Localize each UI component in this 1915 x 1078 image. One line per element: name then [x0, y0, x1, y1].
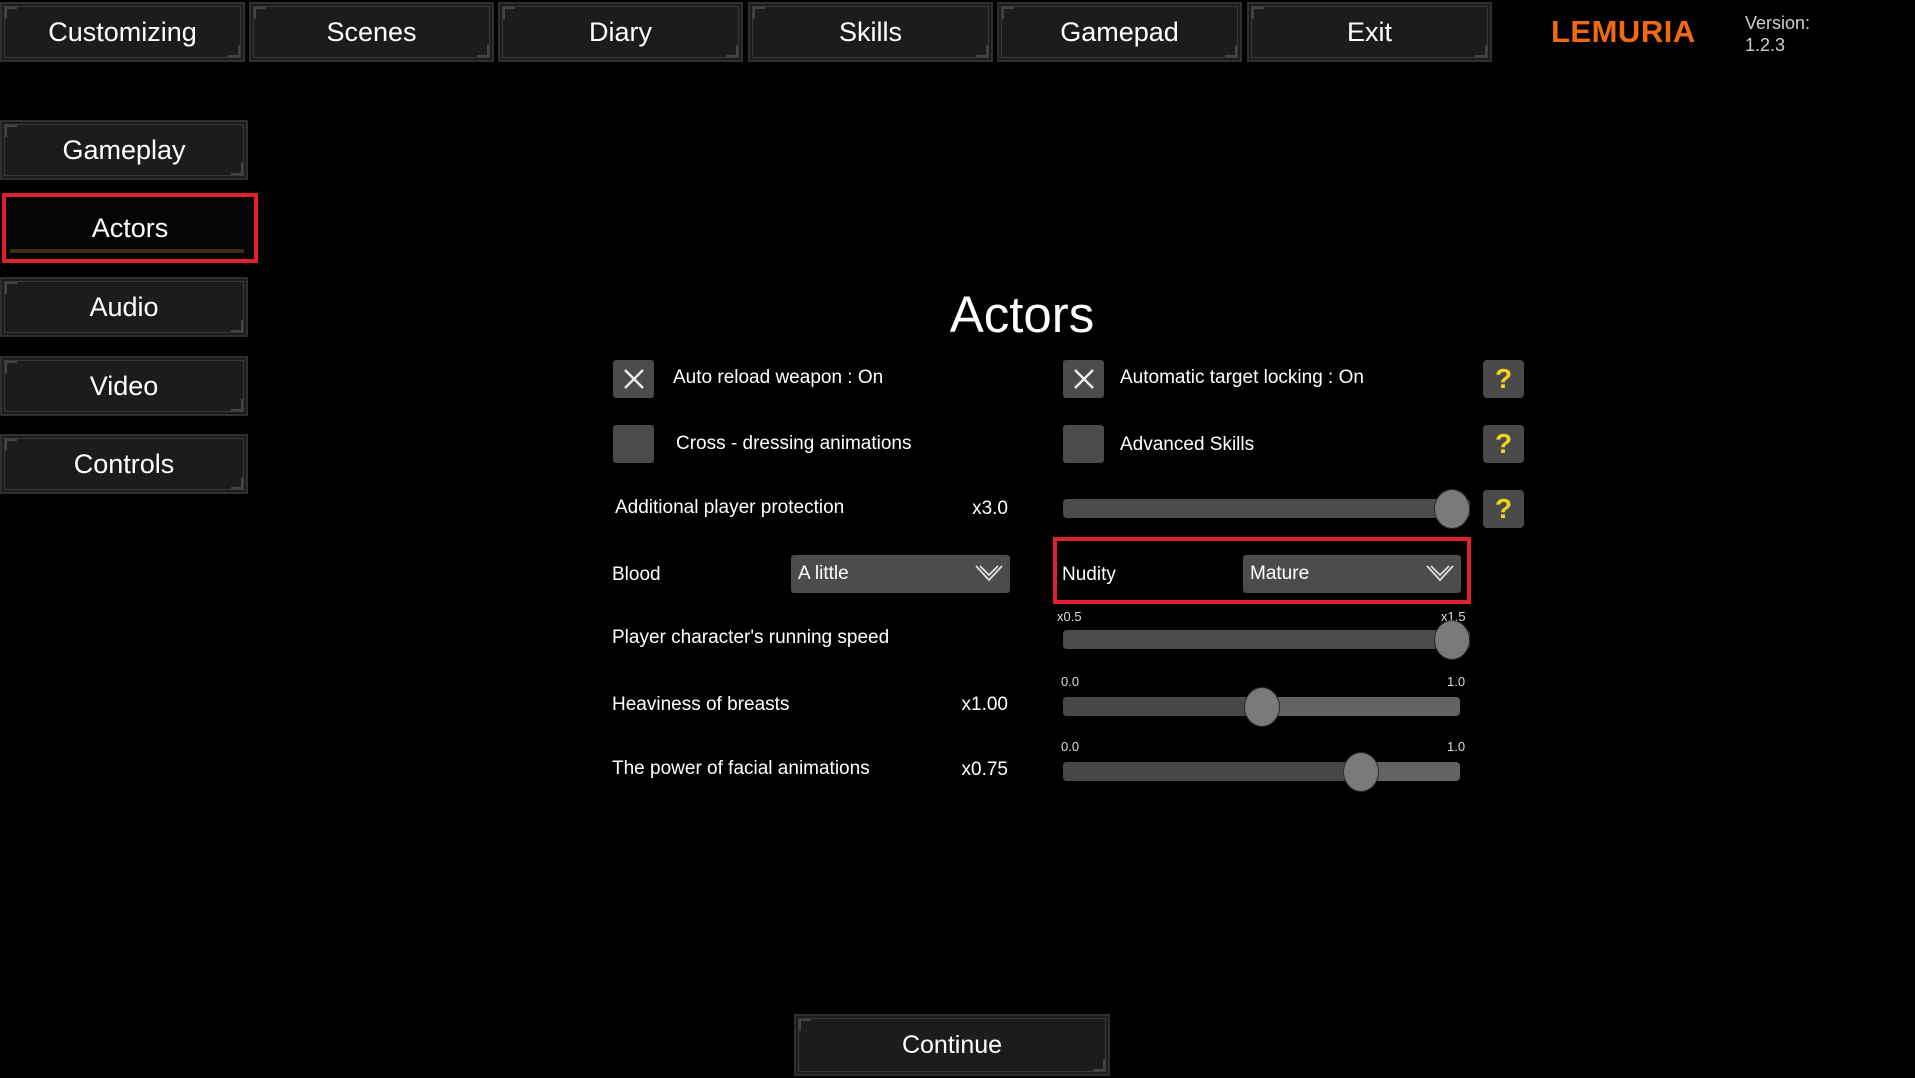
breasts-label: Heaviness of breasts [612, 694, 790, 715]
slider-handle[interactable] [1343, 752, 1378, 791]
page-title: Actors [949, 286, 1095, 343]
breasts-slider[interactable] [1063, 687, 1460, 726]
version-info: Version: 1.2.3 [1745, 12, 1810, 56]
tab-label: Customizing [48, 16, 197, 47]
version-label: Version: [1745, 13, 1811, 33]
breasts-value: x1.00 [961, 694, 1008, 715]
tab-label: Gamepad [1060, 16, 1179, 47]
slider-fill [1063, 762, 1361, 781]
question-icon: ? [1494, 363, 1513, 394]
check-x-icon [623, 369, 644, 389]
sidebar-item-label: Gameplay [62, 134, 186, 165]
nudity-selected-value: Mature [1250, 563, 1310, 584]
slider-handle[interactable] [1244, 687, 1279, 726]
check-x-icon [1073, 369, 1094, 389]
nudity-label: Nudity [1062, 564, 1116, 585]
running-speed-slider[interactable] [1063, 620, 1470, 659]
sidebar-item-video[interactable]: Video [0, 356, 248, 416]
tab-scenes[interactable]: Scenes [249, 2, 494, 62]
cross-dressing-label: Cross - dressing animations [676, 433, 912, 454]
help-player-protection-button[interactable]: ? [1483, 490, 1524, 528]
facial-max-label: 1.0 [1447, 739, 1466, 754]
slider-handle[interactable] [1435, 489, 1469, 528]
help-target-locking-button[interactable]: ? [1483, 360, 1524, 398]
question-icon: ? [1494, 428, 1513, 459]
slider-fill [1063, 697, 1262, 716]
tab-skills[interactable]: Skills [748, 2, 993, 62]
sidebar-item-label: Controls [73, 448, 175, 479]
facial-label: The power of facial animations [612, 758, 870, 779]
running-speed-min-label: x0.5 [1057, 609, 1082, 624]
player-protection-label: Additional player protection [615, 497, 845, 518]
sidebar-item-label: Video [89, 370, 159, 401]
facial-value: x0.75 [961, 759, 1008, 780]
nudity-dropdown[interactable]: Mature [1243, 555, 1461, 593]
continue-button[interactable]: Continue [794, 1014, 1110, 1076]
auto-reload-label: Auto reload weapon : On [673, 367, 884, 388]
advanced-skills-checkbox[interactable] [1063, 425, 1104, 463]
auto-reload-checkbox[interactable] [613, 360, 654, 398]
tab-gamepad[interactable]: Gamepad [997, 2, 1242, 62]
sidebar-item-controls[interactable]: Controls [0, 434, 248, 494]
tab-label: Skills [838, 16, 902, 47]
slider-handle[interactable] [1435, 620, 1469, 659]
facial-slider[interactable] [1063, 752, 1460, 791]
help-advanced-skills-button[interactable]: ? [1483, 425, 1524, 463]
tab-diary[interactable]: Diary [498, 2, 743, 62]
blood-label: Blood [612, 564, 661, 585]
brand-logo: LEMURIA [1551, 14, 1696, 49]
double-chevron-down-icon [1426, 565, 1454, 582]
active-indicator [10, 249, 244, 253]
question-icon: ? [1494, 493, 1513, 524]
version-value: 1.2.3 [1745, 35, 1786, 55]
cross-dressing-checkbox[interactable] [613, 425, 654, 463]
advanced-skills-label: Advanced Skills [1120, 434, 1255, 455]
tab-customizing[interactable]: Customizing [0, 2, 245, 62]
target-locking-label: Automatic target locking : On [1120, 367, 1364, 388]
tab-label: Scenes [326, 16, 417, 47]
blood-dropdown[interactable]: A little [791, 555, 1010, 593]
breasts-max-label: 1.0 [1447, 674, 1466, 689]
player-protection-value: x3.0 [972, 498, 1008, 519]
sidebar-item-label: Actors [91, 212, 169, 243]
exit-button[interactable]: Exit [1247, 2, 1492, 62]
blood-selected-value: A little [798, 563, 849, 584]
target-locking-checkbox[interactable] [1063, 360, 1104, 398]
player-protection-slider[interactable] [1063, 489, 1470, 528]
sidebar-item-gameplay[interactable]: Gameplay [0, 120, 248, 180]
tab-label: Diary [588, 16, 652, 47]
running-speed-label: Player character's running speed [612, 627, 890, 648]
facial-min-label: 0.0 [1061, 739, 1080, 754]
double-chevron-down-icon [975, 565, 1003, 582]
sidebar-item-actors[interactable]: Actors [2, 193, 258, 263]
continue-label: Continue [901, 1030, 1003, 1059]
breasts-min-label: 0.0 [1061, 674, 1080, 689]
tab-label: Exit [1346, 16, 1392, 47]
